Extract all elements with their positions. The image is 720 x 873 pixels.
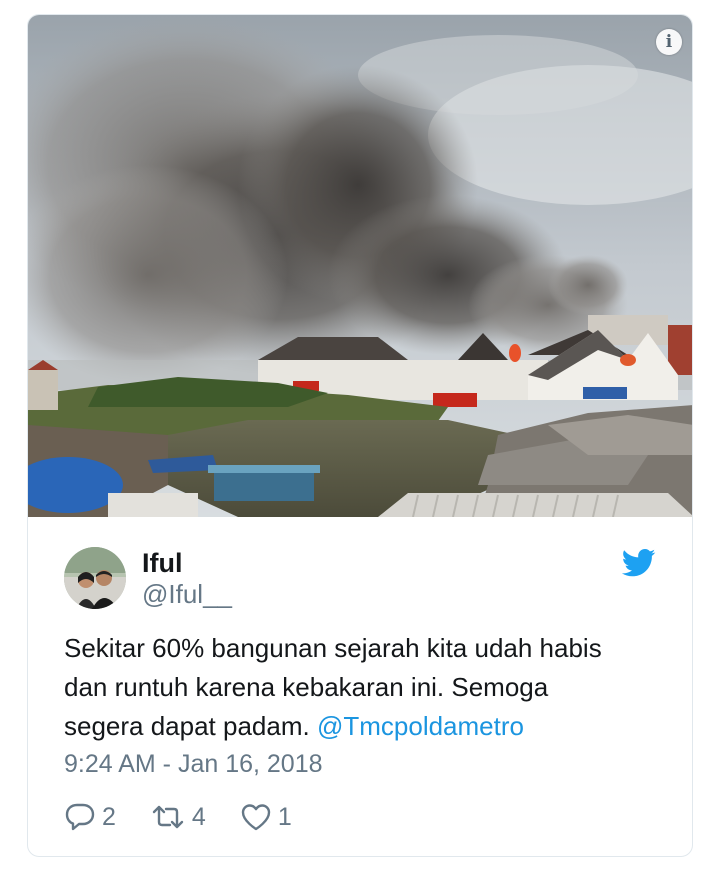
tweet-text: Sekitar 60% bangunan sejarah kita udah h… (64, 629, 664, 746)
tweet-text-line-1: Sekitar 60% bangunan sejarah kita udah h… (64, 633, 602, 663)
like-button[interactable]: 1 (240, 802, 292, 832)
heart-icon (241, 804, 271, 831)
tweet-actions: 2 4 1 (64, 799, 326, 835)
tweet-timestamp[interactable]: 9:24 AM - Jan 16, 2018 (64, 750, 323, 779)
reply-icon (65, 803, 95, 831)
like-count: 1 (277, 802, 292, 831)
tweet-card[interactable]: i Iful @Iful__ Sekitar 60% bangunan seja… (27, 14, 693, 857)
retweet-count: 4 (191, 802, 206, 831)
tweet-photo[interactable]: i (28, 15, 692, 517)
info-icon[interactable]: i (656, 29, 682, 55)
fire-smoke-photo (28, 15, 692, 517)
tweet-text-line-2: dan runtuh karena kebakaran ini. Semoga (64, 672, 549, 702)
author-names: Iful @Iful__ (142, 547, 232, 609)
tweet-header: Iful @Iful__ (64, 545, 656, 609)
display-name[interactable]: Iful (142, 547, 232, 579)
avatar[interactable] (64, 547, 126, 609)
reply-count: 2 (102, 802, 116, 831)
mention-link[interactable]: @Tmcpoldametro (317, 711, 524, 741)
tweet-text-line-3: segera dapat padam. (64, 711, 317, 741)
retweet-button[interactable]: 4 (150, 802, 206, 832)
user-handle[interactable]: @Iful__ (142, 579, 232, 609)
avatar-photo (64, 547, 126, 609)
reply-button[interactable]: 2 (64, 802, 116, 832)
twitter-bird-icon[interactable] (622, 549, 656, 577)
retweet-icon (152, 805, 184, 829)
